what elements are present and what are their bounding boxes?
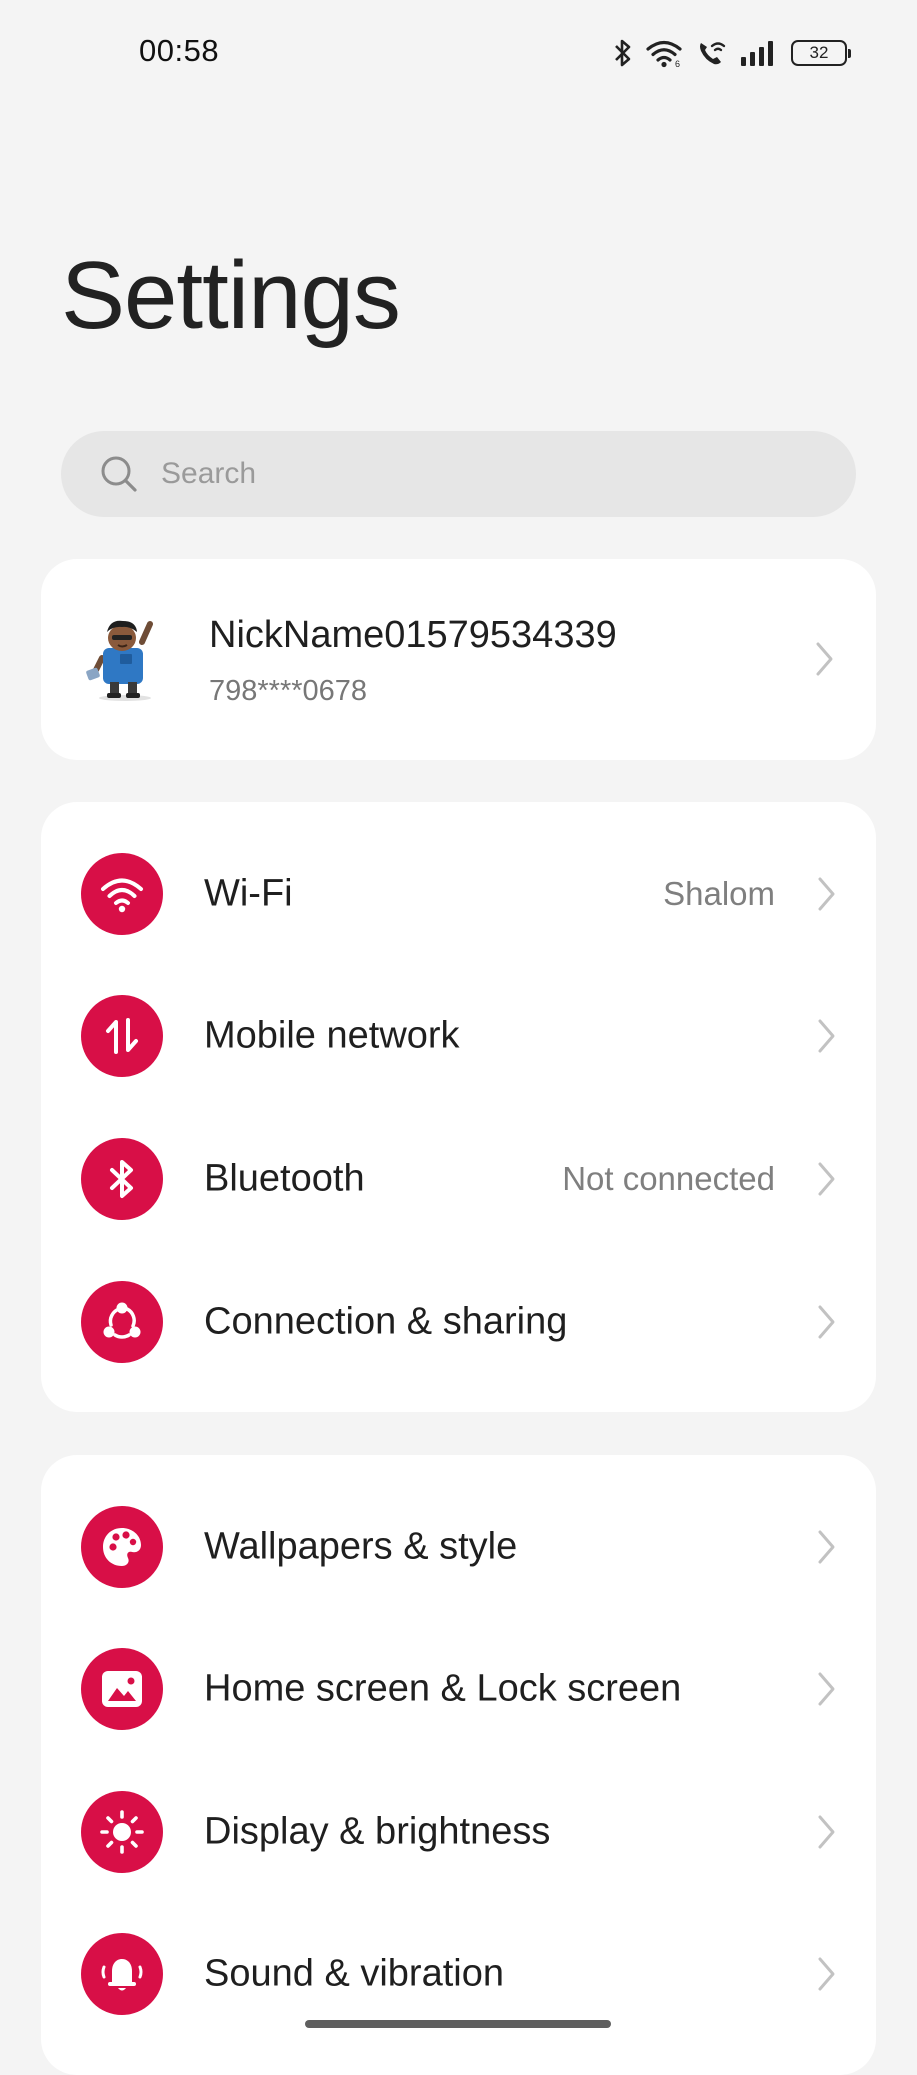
status-icons: 6 32 bbox=[613, 36, 851, 70]
wifi-calling-icon bbox=[695, 38, 727, 68]
chevron-right-icon bbox=[818, 1530, 835, 1564]
settings-row-home-lock-screen[interactable]: Home screen & Lock screen bbox=[41, 1618, 876, 1760]
home-indicator[interactable] bbox=[305, 2020, 611, 2028]
wifi-icon bbox=[81, 853, 163, 935]
wifi-icon: 6 bbox=[645, 38, 683, 68]
settings-row-wallpapers[interactable]: Wallpapers & style bbox=[41, 1476, 876, 1618]
bluetooth-icon bbox=[81, 1138, 163, 1220]
chevron-right-icon bbox=[818, 1672, 835, 1706]
row-label: Connection & sharing bbox=[204, 1300, 568, 1343]
avatar bbox=[86, 620, 153, 701]
page-title: Settings bbox=[61, 242, 401, 349]
image-icon bbox=[81, 1648, 163, 1730]
settings-row-wifi[interactable]: Wi-Fi Shalom bbox=[41, 823, 876, 965]
brightness-icon bbox=[81, 1791, 163, 1873]
row-label: Wi-Fi bbox=[204, 872, 293, 915]
chevron-right-icon bbox=[818, 1957, 835, 1991]
palette-icon bbox=[81, 1506, 163, 1588]
svg-text:6: 6 bbox=[675, 59, 680, 68]
row-value: Not connected bbox=[562, 1160, 775, 1197]
chevron-right-icon bbox=[818, 1162, 835, 1196]
battery-icon: 32 bbox=[791, 40, 851, 66]
chevron-right-icon bbox=[818, 1305, 835, 1339]
share-icon bbox=[81, 1281, 163, 1363]
row-label: Wallpapers & style bbox=[204, 1525, 518, 1568]
settings-row-connection-sharing[interactable]: Connection & sharing bbox=[41, 1251, 876, 1393]
status-bar: 00:58 6 32 bbox=[0, 0, 917, 106]
mobile-data-icon bbox=[81, 995, 163, 1077]
account-phone: 798****0678 bbox=[209, 675, 368, 707]
chevron-right-icon bbox=[816, 642, 833, 676]
bell-icon bbox=[81, 1933, 163, 2015]
bluetooth-icon bbox=[613, 38, 633, 68]
chevron-right-icon bbox=[818, 1019, 835, 1053]
account-name: NickName01579534339 bbox=[209, 614, 617, 656]
status-time: 00:58 bbox=[139, 33, 220, 68]
chevron-right-icon bbox=[818, 1815, 835, 1849]
search-icon bbox=[101, 456, 137, 492]
settings-row-mobile-network[interactable]: Mobile network bbox=[41, 965, 876, 1107]
battery-level: 32 bbox=[809, 43, 829, 62]
row-label: Display & brightness bbox=[204, 1810, 551, 1853]
settings-row-bluetooth[interactable]: Bluetooth Not connected bbox=[41, 1108, 876, 1250]
search-input[interactable] bbox=[159, 456, 803, 492]
row-value: Shalom bbox=[663, 875, 775, 912]
row-label: Sound & vibration bbox=[204, 1952, 504, 1995]
settings-row-display-brightness[interactable]: Display & brightness bbox=[41, 1761, 876, 1903]
row-label: Mobile network bbox=[204, 1014, 460, 1057]
signal-icon bbox=[739, 39, 779, 67]
chevron-right-icon bbox=[818, 877, 835, 911]
row-label: Home screen & Lock screen bbox=[204, 1667, 682, 1710]
row-label: Bluetooth bbox=[204, 1157, 365, 1200]
search-bar[interactable] bbox=[61, 431, 856, 517]
